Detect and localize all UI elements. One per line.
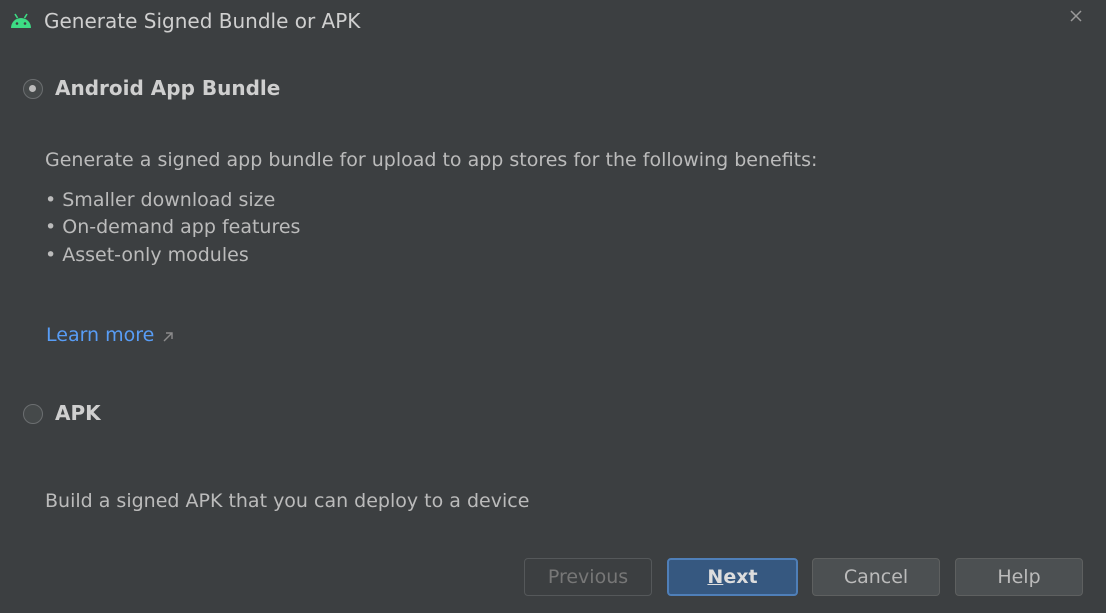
external-link-arrow-icon bbox=[163, 332, 173, 342]
dialog-title: Generate Signed Bundle or APK bbox=[44, 9, 361, 33]
next-button[interactable]: Next bbox=[667, 558, 798, 596]
bundle-benefit-item: • On-demand app features bbox=[45, 216, 301, 238]
android-icon bbox=[11, 13, 31, 28]
apk-description: Build a signed APK that you can deploy t… bbox=[45, 490, 530, 512]
bundle-benefit-item: • Asset-only modules bbox=[45, 244, 249, 266]
cancel-button[interactable]: Cancel bbox=[812, 558, 940, 596]
android-app-bundle-label[interactable]: Android App Bundle bbox=[55, 76, 280, 100]
next-button-mnemonic: N bbox=[707, 566, 724, 588]
next-button-label: ext bbox=[723, 566, 758, 588]
bundle-description: Generate a signed app bundle for upload … bbox=[45, 149, 818, 171]
apk-radio[interactable] bbox=[23, 404, 43, 424]
learn-more-link[interactable]: Learn more bbox=[46, 324, 154, 346]
close-icon[interactable] bbox=[1066, 6, 1086, 26]
dialog-titlebar: Generate Signed Bundle or APK bbox=[0, 0, 1106, 44]
bundle-benefit-item: • Smaller download size bbox=[45, 189, 276, 211]
help-button[interactable]: Help bbox=[955, 558, 1083, 596]
android-app-bundle-radio[interactable] bbox=[23, 79, 43, 99]
apk-label[interactable]: APK bbox=[55, 401, 101, 425]
previous-button[interactable]: Previous bbox=[524, 558, 652, 596]
